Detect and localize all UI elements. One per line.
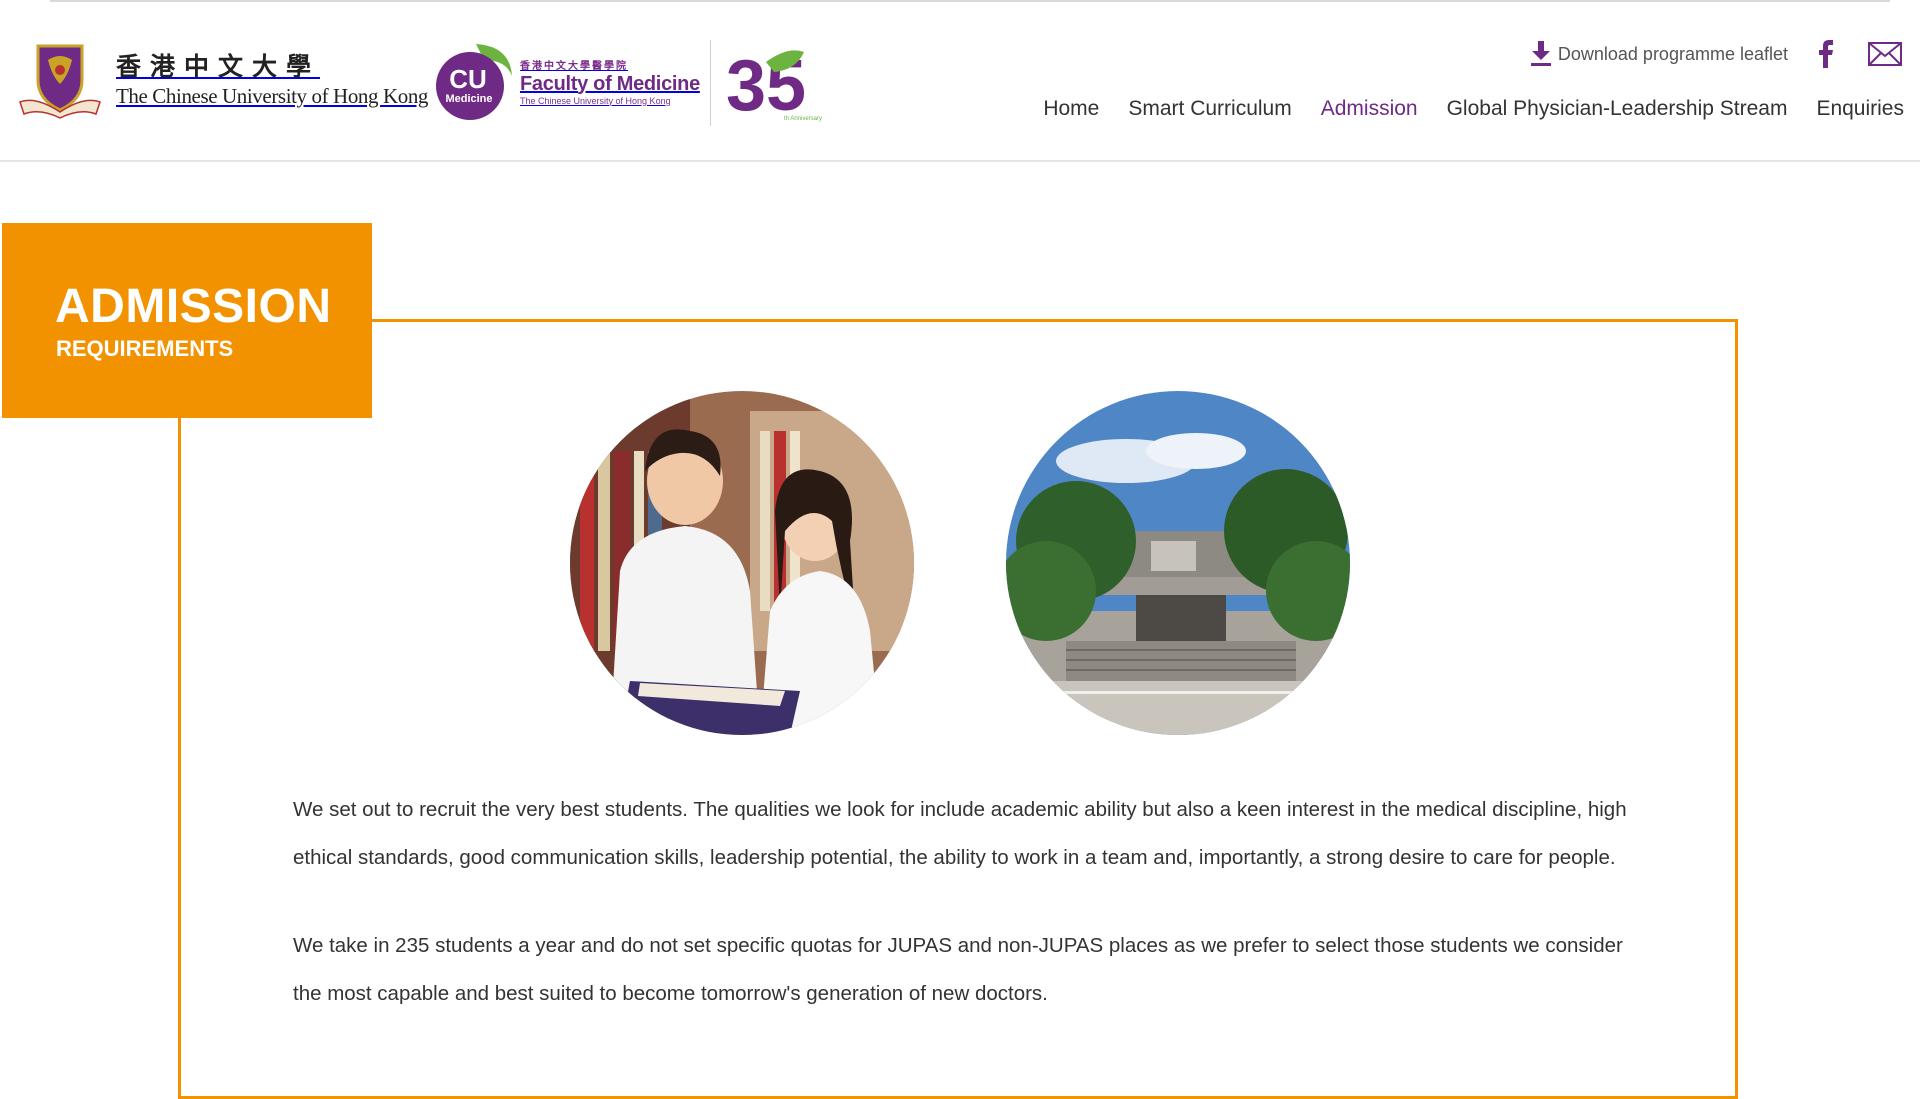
download-label: Download programme leaflet	[1557, 43, 1788, 64]
facebook-link[interactable]	[1818, 40, 1834, 68]
section-title: ADMISSION	[55, 280, 332, 333]
facebook-icon	[1819, 40, 1833, 68]
download-leaflet-link[interactable]: Download programme leaflet	[1530, 41, 1788, 67]
nav-global-physician-leadership-stream[interactable]: Global Physician-Leadership Stream	[1447, 94, 1788, 124]
site-header: 香港中文大學 The Chinese University of Hong Ko…	[0, 2, 1920, 162]
logo-divider	[710, 40, 711, 126]
faculty-name-en: Faculty of Medicine	[520, 72, 700, 95]
nav-home[interactable]: Home	[1043, 94, 1099, 124]
utility-bar: Download programme leaflet	[1530, 40, 1902, 68]
download-icon	[1530, 41, 1551, 66]
intake-paragraph: We take in 235 students a year and do no…	[293, 934, 1623, 1005]
email-link[interactable]	[1868, 42, 1902, 66]
nav-enquiries[interactable]: Enquiries	[1816, 94, 1904, 124]
main-nav: Home Smart Curriculum Admission Global P…	[1014, 94, 1904, 124]
cuhk-name-en: The Chinese University of Hong Kong	[116, 84, 429, 108]
intro-paragraph: We set out to recruit the very best stud…	[293, 798, 1627, 869]
section-subtitle: REQUIREMENTS	[56, 336, 234, 361]
nav-smart-curriculum[interactable]: Smart Curriculum	[1128, 94, 1291, 124]
badge-main-text: CU	[449, 64, 487, 94]
anniversary-caption: th Anniversary	[784, 116, 822, 122]
faculty-of-medicine-logo[interactable]: CU Medicine 香港中文大學醫學院 Faculty of Medicin…	[432, 40, 700, 122]
cu-medicine-badge-icon: CU Medicine	[436, 44, 512, 120]
students-photo	[570, 391, 914, 735]
faculty-name-sub: The Chinese University of Hong Kong	[520, 95, 671, 106]
35th-anniversary-logo: 35 th Anniversary	[726, 46, 822, 124]
badge-sub-text: Medicine	[445, 93, 492, 105]
cuhk-crest-icon	[19, 44, 101, 119]
cuhk-logo[interactable]: 香港中文大學 The Chinese University of Hong Ko…	[14, 42, 428, 120]
cuhk-name-zh: 香港中文大學	[116, 52, 321, 81]
nav-admission[interactable]: Admission	[1321, 94, 1418, 124]
admission-copy: We set out to recruit the very best stud…	[293, 786, 1633, 1058]
mail-icon	[1868, 42, 1902, 66]
campus-building-photo	[1006, 391, 1350, 735]
faculty-name-zh: 香港中文大學醫學院	[520, 60, 628, 72]
section-title-box: ADMISSION REQUIREMENTS	[2, 223, 372, 418]
